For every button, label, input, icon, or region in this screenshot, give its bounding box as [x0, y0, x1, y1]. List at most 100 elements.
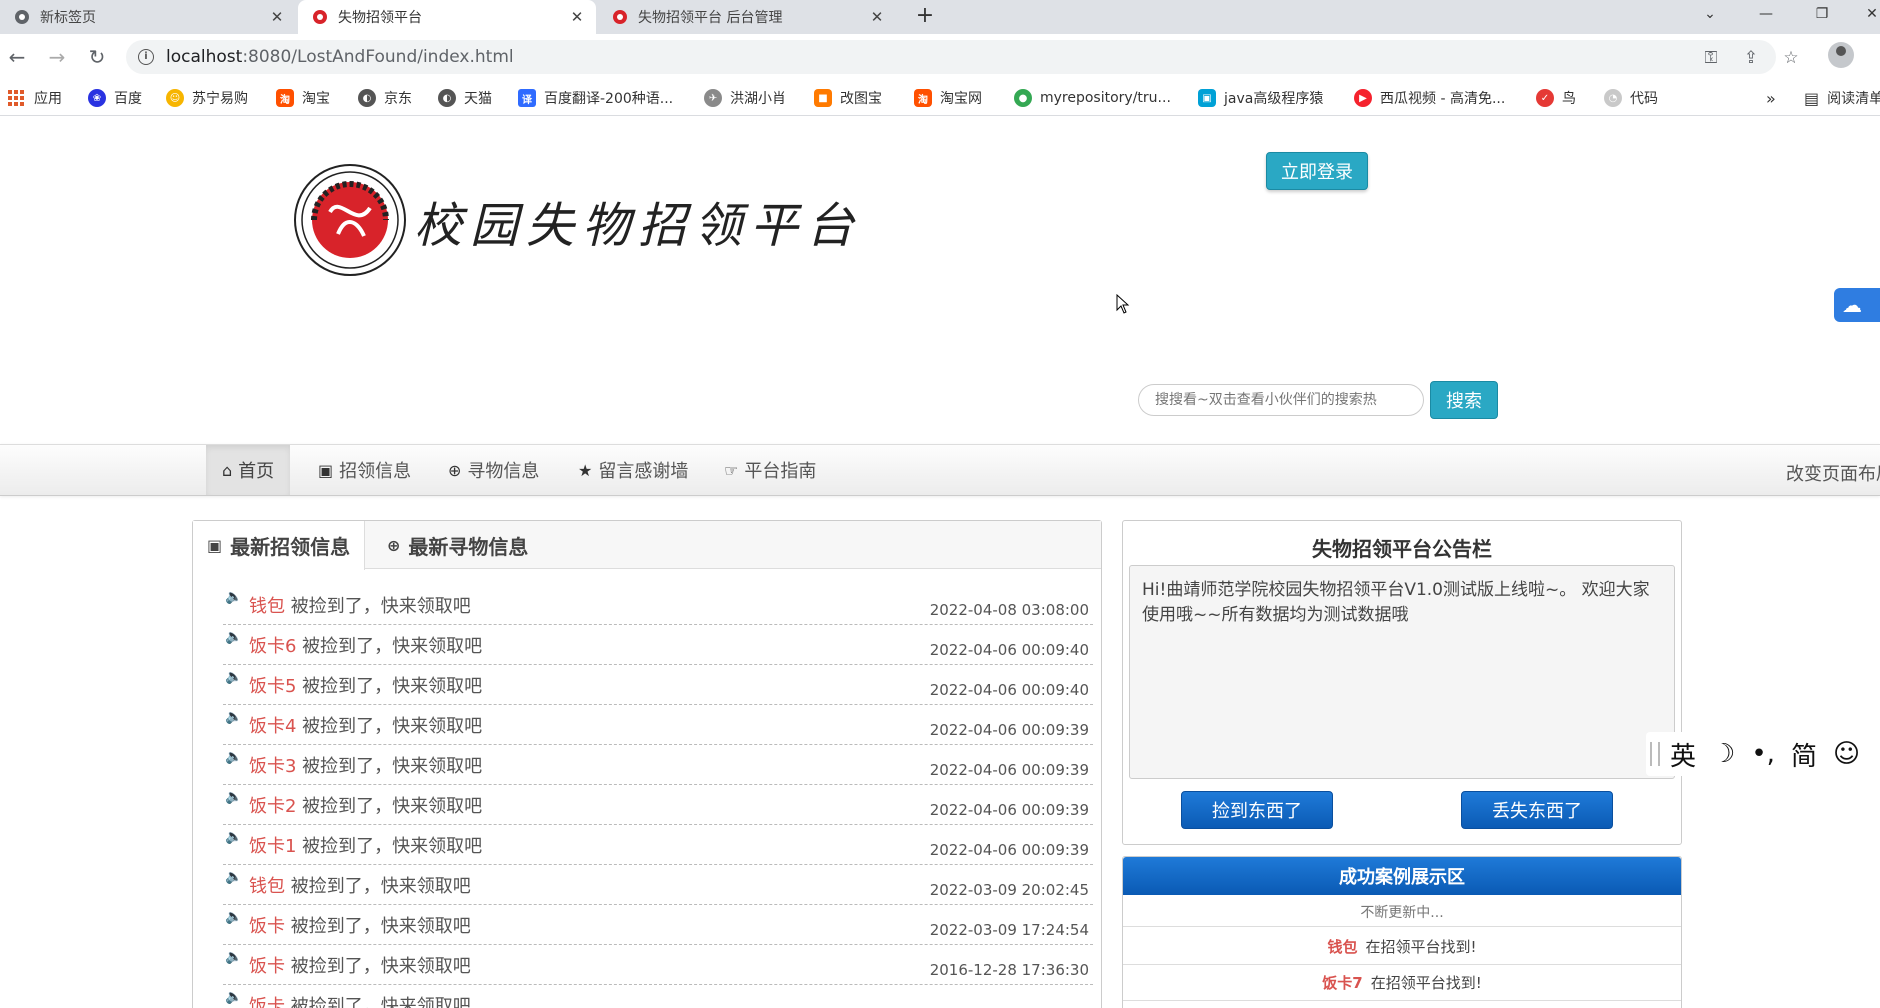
- item-name[interactable]: 饭卡5: [249, 676, 296, 697]
- list-item[interactable]: 🔈 饭卡 被捡到了，快来领取吧: [223, 985, 1093, 1008]
- item-msg: 被捡到了，快来领取吧: [285, 596, 471, 617]
- window-close-icon[interactable]: ✕: [1852, 0, 1880, 28]
- item-name[interactable]: 饭卡: [249, 956, 285, 977]
- item-name[interactable]: 钱包: [249, 876, 285, 897]
- tab-admin[interactable]: 失物招领平台 后台管理 ✕: [598, 0, 896, 34]
- item-date: 2016-12-28 17:36:30: [929, 961, 1089, 979]
- new-tab-button[interactable]: +: [912, 2, 938, 28]
- case-item: 饭卡7: [1322, 974, 1363, 992]
- share-icon[interactable]: ⇪: [1740, 47, 1762, 69]
- list-item[interactable]: 🔈 饭卡 被捡到了，快来领取吧 2016-12-28 17:36:30: [223, 945, 1093, 985]
- bookmark-jd[interactable]: ◐ 京东: [358, 87, 412, 109]
- emoji-icon[interactable]: ☺: [1833, 739, 1860, 769]
- key-icon[interactable]: ⚿: [1700, 47, 1722, 69]
- nav-item-home[interactable]: ⌂ 首页: [206, 445, 291, 495]
- reading-list-button[interactable]: ▤ 阅读清单: [1804, 87, 1880, 109]
- leaf-icon: ◔: [1604, 89, 1622, 107]
- site-info-icon[interactable]: i: [138, 49, 154, 65]
- bookmark-baidu-translate[interactable]: 译百度翻译-200种语...: [518, 87, 673, 109]
- item-name[interactable]: 饭卡1: [249, 836, 296, 857]
- reload-icon[interactable]: ↻: [82, 42, 112, 72]
- bookmark-xigua[interactable]: ▶ 西瓜视频 - 高清免...: [1354, 87, 1505, 109]
- nav-item-thanks-wall[interactable]: ★ 留言感谢墙: [578, 445, 688, 495]
- back-icon[interactable]: ←: [2, 42, 32, 72]
- punctuation-toggle[interactable]: •,: [1751, 739, 1775, 769]
- list-item[interactable]: 🔈 饭卡 被捡到了，快来领取吧 2022-03-09 17:24:54: [223, 905, 1093, 945]
- college-logo-icon: [313, 10, 327, 24]
- taobao-icon: 淘: [276, 89, 294, 107]
- bookmark-gaitubao[interactable]: ■ 改图宝: [814, 87, 882, 109]
- search-input[interactable]: [1138, 384, 1424, 416]
- bookmark-taobao[interactable]: 淘淘宝: [276, 87, 330, 109]
- item-name[interactable]: 饭卡4: [249, 716, 296, 737]
- bookmarks-bar: 应用 ❀ 百度 ☺ 苏宁易购 淘淘宝 ◐ 京东 ◐ 天猫 译百度翻译-200种语... …: [0, 80, 1880, 116]
- item-name[interactable]: 饭卡3: [249, 756, 296, 777]
- bookmark-label: 洪湖小肖: [730, 91, 786, 107]
- bookmark-code[interactable]: ◔ 代码: [1604, 87, 1658, 109]
- tab-search-icon[interactable]: ⌄: [1690, 0, 1730, 28]
- list-item[interactable]: 🔈 饭卡2 被捡到了，快来领取吧 2022-04-06 00:09:39: [223, 785, 1093, 825]
- bookmark-honghu[interactable]: ✈ 洪湖小肖: [704, 87, 786, 109]
- moon-icon[interactable]: ☽: [1712, 739, 1735, 769]
- bookmark-tmall[interactable]: ◐ 天猫: [438, 87, 492, 109]
- bookmark-baidu[interactable]: ❀ 百度: [88, 87, 142, 109]
- found-item-button[interactable]: 捡到东西了: [1181, 791, 1333, 829]
- close-icon[interactable]: ✕: [866, 6, 888, 28]
- item-name[interactable]: 饭卡2: [249, 796, 296, 817]
- speaker-icon: 🔈: [225, 629, 243, 645]
- tab-latest-lost[interactable]: ⊕ 最新寻物信息: [373, 521, 542, 570]
- ime-lang-toggle[interactable]: 英: [1670, 736, 1696, 773]
- list-item[interactable]: 🔈 饭卡1 被捡到了，快来领取吧 2022-04-06 00:09:39: [223, 825, 1093, 865]
- address-bar[interactable]: i localhost:8080/LostAndFound/index.html…: [126, 40, 1799, 74]
- list-item[interactable]: 🔈 饭卡5 被捡到了，快来领取吧 2022-04-06 00:09:40: [223, 665, 1093, 705]
- item-name[interactable]: 饭卡: [249, 996, 285, 1008]
- ime-simplified-toggle[interactable]: 简: [1791, 736, 1817, 773]
- minimize-icon[interactable]: —: [1746, 0, 1786, 28]
- college-logo-icon: [613, 10, 627, 24]
- item-name[interactable]: 饭卡: [249, 916, 285, 937]
- list-item[interactable]: 🔈 钱包 被捡到了，快来领取吧 2022-03-09 20:02:45: [223, 865, 1093, 905]
- nav-item-found[interactable]: ▣ 招领信息: [318, 445, 411, 495]
- bookmark-label: 天猫: [464, 91, 492, 107]
- gaitubao-icon: ■: [814, 89, 832, 107]
- profile-avatar-icon[interactable]: [1828, 42, 1854, 68]
- search-button[interactable]: 搜索: [1430, 381, 1498, 419]
- change-layout-link[interactable]: 改变页面布局: [1786, 460, 1880, 486]
- login-button[interactable]: 立即登录: [1266, 152, 1368, 190]
- nav-item-lost[interactable]: ⊕ 寻物信息: [448, 445, 539, 495]
- item-msg: 被捡到了，快来领取吧: [296, 836, 483, 857]
- list-item[interactable]: 🔈 饭卡4 被捡到了，快来领取吧 2022-04-06 00:09:39: [223, 705, 1093, 745]
- ime-drag-handle[interactable]: [1650, 742, 1660, 766]
- tab-label: 最新招领信息: [230, 535, 351, 559]
- bookmark-java[interactable]: ▣ java高级程序猿: [1198, 87, 1323, 109]
- bookmark-apps[interactable]: 应用: [8, 87, 62, 109]
- item-name[interactable]: 饭卡6: [249, 636, 296, 657]
- tab-latest-found[interactable]: ▣ 最新招领信息: [193, 521, 366, 570]
- bookmark-label: 代码: [1630, 91, 1658, 107]
- bookmark-suning[interactable]: ☺ 苏宁易购: [166, 87, 248, 109]
- tab-new-tab[interactable]: 新标签页 ✕: [0, 0, 296, 34]
- bookmark-label: 淘宝网: [940, 91, 982, 107]
- item-name[interactable]: 钱包: [249, 596, 285, 617]
- list-item[interactable]: 🔈 钱包 被捡到了，快来领取吧 2022-04-08 03:08:00: [223, 585, 1093, 625]
- forward-icon[interactable]: →: [42, 42, 72, 72]
- bookmark-star-icon[interactable]: ☆: [1780, 47, 1802, 69]
- nav-item-guide[interactable]: ☞ 平台指南: [724, 445, 816, 495]
- list-item[interactable]: 🔈 饭卡3 被捡到了，快来领取吧 2022-04-06 00:09:39: [223, 745, 1093, 785]
- site-title: 校园失物招领平台: [414, 198, 863, 254]
- bookmarks-more-button[interactable]: »: [1766, 87, 1776, 109]
- lost-item-button[interactable]: 丢失东西了: [1461, 791, 1613, 829]
- success-case-row[interactable]: 饭卡7 在招领平台找到!: [1123, 965, 1681, 1001]
- cloud-sync-button[interactable]: ☁: [1834, 288, 1880, 322]
- list-item[interactable]: 🔈 饭卡6 被捡到了，快来领取吧 2022-04-06 00:09:40: [223, 625, 1093, 665]
- restore-icon[interactable]: ❐: [1802, 0, 1842, 28]
- bookmark-myrepository[interactable]: ● myrepository/tru...: [1014, 87, 1171, 109]
- bookmark-bird[interactable]: ✓ 鸟: [1536, 87, 1576, 109]
- reading-list-icon: ▤: [1804, 88, 1820, 108]
- success-case-row[interactable]: 钱包 在招领平台找到!: [1123, 929, 1681, 965]
- bookmark-taobao-net[interactable]: 淘淘宝网: [914, 87, 982, 109]
- close-icon[interactable]: ✕: [566, 6, 588, 28]
- tab-lost-found[interactable]: 失物招领平台 ✕: [298, 0, 596, 34]
- taobao-icon: 淘: [914, 89, 932, 107]
- close-icon[interactable]: ✕: [266, 6, 288, 28]
